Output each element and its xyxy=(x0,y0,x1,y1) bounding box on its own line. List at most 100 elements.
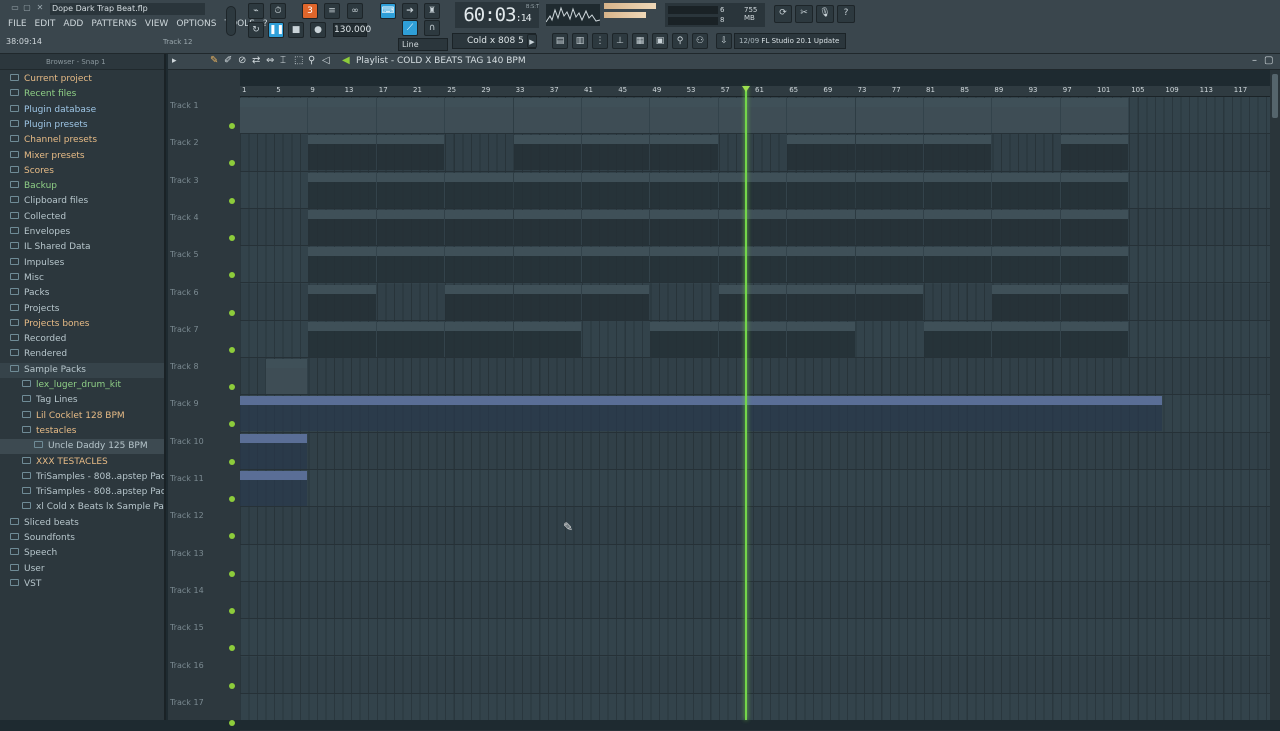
playlist-clip[interactable]: xOpen Hat 5 xyxy=(718,321,787,357)
track-lane[interactable] xyxy=(240,432,1270,470)
close-icon[interactable]: ✕ xyxy=(35,3,45,12)
playlist-clip[interactable]: Cold x 808 5 xyxy=(582,135,650,171)
track-lane[interactable] xyxy=(240,507,1270,545)
browser-item[interactable]: Uncle Daddy 125 BPM xyxy=(0,439,164,455)
playlist-clip[interactable]: HiHat Clo..003 MC38 xyxy=(787,172,855,208)
playlist-clip[interactable]: HiHat Clo..003 MC38 xyxy=(376,172,445,208)
playlist-clip[interactable]: Omnisphere xyxy=(308,98,376,133)
track-label[interactable]: Track 15 xyxy=(170,623,230,632)
menu-options[interactable]: OPTIONS xyxy=(172,17,220,31)
playlist-clip[interactable]: Omnisphere xyxy=(650,98,718,133)
plugin-picker-icon[interactable]: ▦ xyxy=(632,33,648,49)
playlist-clip[interactable]: Gross Beat..ix level xyxy=(240,433,308,469)
browser-item[interactable]: Collected xyxy=(0,210,164,225)
playlist-clip[interactable]: Kick Dru..001 Tight xyxy=(718,284,787,320)
playlist-clip[interactable]: xOpen Hat 5 xyxy=(924,321,992,357)
playlist-grid[interactable]: Omnisphere Omnisphere Omnisphere Omnisphere… xyxy=(240,97,1270,731)
playlist-clip[interactable]: xOpen Hat 5 xyxy=(376,321,445,357)
help-icon[interactable]: ? xyxy=(837,5,855,23)
track-mute-led[interactable] xyxy=(229,682,235,689)
track-label[interactable]: Track 12 xyxy=(170,511,230,520)
playlist-clip[interactable]: Omnisphere xyxy=(855,98,923,133)
browser-item[interactable]: Rendered xyxy=(0,347,164,362)
timeline-ruler[interactable]: 1 5 9 13 17 21 25 29 33 37 41 45 49 53 57 61 65 69 73 77 81 8… xyxy=(240,86,1270,97)
playlist-clip[interactable]: Snare Dru..022 Duo xyxy=(582,247,650,283)
playlist-clip[interactable]: Snare Dru..022 Duo xyxy=(308,247,376,283)
playlist-clip[interactable]: xOpen Hat 5 xyxy=(513,321,581,357)
playlist-clip[interactable]: HiHat Clo..003 MC38 xyxy=(582,172,650,208)
browser-item[interactable]: TriSamples - 808..apstep Pack Vol 1 xyxy=(0,470,164,485)
playlist-clip[interactable]: Snare Dru..808 Fizz xyxy=(992,209,1060,245)
playlist-clip[interactable]: Kick Dru..001 Tight xyxy=(992,284,1060,320)
playlist-clip[interactable]: Snare Dru..808 Fizz xyxy=(376,209,445,245)
playlist-clip[interactable]: xOpen Hat 5 xyxy=(787,321,855,357)
playlist-clip[interactable]: Cold x 808 5 xyxy=(855,135,923,171)
track-mute-led[interactable] xyxy=(229,719,235,726)
scrollbar-thumb[interactable] xyxy=(1272,74,1278,118)
microphone-icon[interactable]: 🎙 xyxy=(816,5,834,23)
menu-view[interactable]: VIEW xyxy=(141,17,172,31)
playlist-clip[interactable]: Kick Dru..001 Tight xyxy=(445,284,513,320)
playlist-clip[interactable]: Snare Dru..022 Duo xyxy=(855,247,923,283)
browser-item[interactable]: Lil Cocklet 128 BPM xyxy=(0,409,164,424)
snap-magnet-icon[interactable]: ∩ xyxy=(424,20,440,36)
browser-item[interactable]: Backup xyxy=(0,179,164,194)
playlist-clip[interactable]: Omnisphere xyxy=(992,98,1060,133)
playlist-clip[interactable]: Omnisphere xyxy=(240,98,308,133)
playlist-icon[interactable]: ▤ xyxy=(552,33,568,49)
playlist-clip[interactable]: Omnisphere xyxy=(582,98,650,133)
snap-mode-select[interactable]: Line xyxy=(398,38,448,51)
browser-item[interactable]: Envelopes xyxy=(0,225,164,240)
pause-button[interactable]: ❚❚ xyxy=(268,22,284,38)
pattern-selector[interactable]: Cold x 808 5 xyxy=(452,33,536,49)
playlist-clip[interactable]: Snare Dru..808 Fizz xyxy=(308,209,376,245)
paint-tool-icon[interactable]: ✐ xyxy=(224,55,232,66)
playlist-clip[interactable]: xOpen Hat 5 xyxy=(1060,321,1129,357)
online-icon[interactable]: ⟳ xyxy=(774,5,792,23)
playlist-clip[interactable]: Snare Dru..808 Fizz xyxy=(718,209,787,245)
playlist-clip[interactable]: Cold x 808 5 xyxy=(376,135,445,171)
browser-icon[interactable]: ▣ xyxy=(652,33,668,49)
playlist-clip[interactable]: Omnisphere xyxy=(924,98,992,133)
typing-keyboard-icon[interactable]: ⌨ xyxy=(380,3,396,19)
browser-item[interactable]: lex_luger_drum_kit xyxy=(0,378,164,393)
loop-record-icon[interactable]: ∞ xyxy=(347,3,363,19)
plugin-database-icon[interactable]: ⚲ xyxy=(672,33,688,49)
track-mute-led[interactable] xyxy=(229,234,235,241)
playlist-clip[interactable]: Kick Drum 001 Tight xyxy=(513,284,581,320)
playlist-clip[interactable]: Snare Dru..808 Fizz xyxy=(855,209,923,245)
track-label[interactable]: Track 7 xyxy=(170,325,230,334)
browser-item[interactable]: Recorded xyxy=(0,332,164,347)
track-label[interactable]: Track 16 xyxy=(170,661,230,670)
playlist-clip[interactable]: Kick Drum 001 Tight xyxy=(308,284,376,320)
wait-input-icon[interactable]: ♜ xyxy=(424,3,440,19)
track-label[interactable]: Track 4 xyxy=(170,213,230,222)
pattern-next-icon[interactable]: ▶ xyxy=(527,34,537,48)
browser-item[interactable]: Packs xyxy=(0,286,164,301)
project-picker-icon[interactable]: ⚇ xyxy=(692,33,708,49)
slice-tool-icon[interactable]: ⌶ xyxy=(280,55,286,66)
master-volume-slider[interactable] xyxy=(226,6,236,36)
playlist-clip[interactable]: Snare Dru..022 Duo xyxy=(787,247,855,283)
draw-tool-icon[interactable]: ✎ xyxy=(210,55,218,66)
playlist-clip[interactable]: xOpen Hat 5 xyxy=(445,321,513,357)
track-label[interactable]: Track 17 xyxy=(170,698,230,707)
select-tool-icon[interactable]: ⬚ xyxy=(294,55,303,66)
playlist-clip[interactable]: xOpen Hat 5 xyxy=(650,321,718,357)
playlist-clip[interactable]: Omnisphere xyxy=(718,98,787,133)
track-label[interactable]: Track 13 xyxy=(170,549,230,558)
track-mute-led[interactable] xyxy=(229,570,235,577)
pat-song-icon[interactable]: ⌁ xyxy=(248,3,264,19)
track-label[interactable]: Track 3 xyxy=(170,176,230,185)
track-mute-led[interactable] xyxy=(229,496,235,502)
track-label[interactable]: Track 8 xyxy=(170,362,230,371)
browser-item[interactable]: User xyxy=(0,562,164,577)
playlist-clip[interactable]: Snare Dru..808 Fizz xyxy=(1060,209,1129,245)
menu-edit[interactable]: EDIT xyxy=(31,17,60,31)
playlist-minimize-icon[interactable]: – xyxy=(1252,55,1257,66)
zoom-tool-icon[interactable]: ⚲ xyxy=(308,55,315,66)
track-label[interactable]: Track 14 xyxy=(170,586,230,595)
arrow-right-icon[interactable]: ➔ xyxy=(402,3,418,19)
playlist-clip[interactable]: HiHat Clo..003 MC38 xyxy=(855,172,923,208)
vertical-scrollbar[interactable] xyxy=(1270,70,1280,720)
